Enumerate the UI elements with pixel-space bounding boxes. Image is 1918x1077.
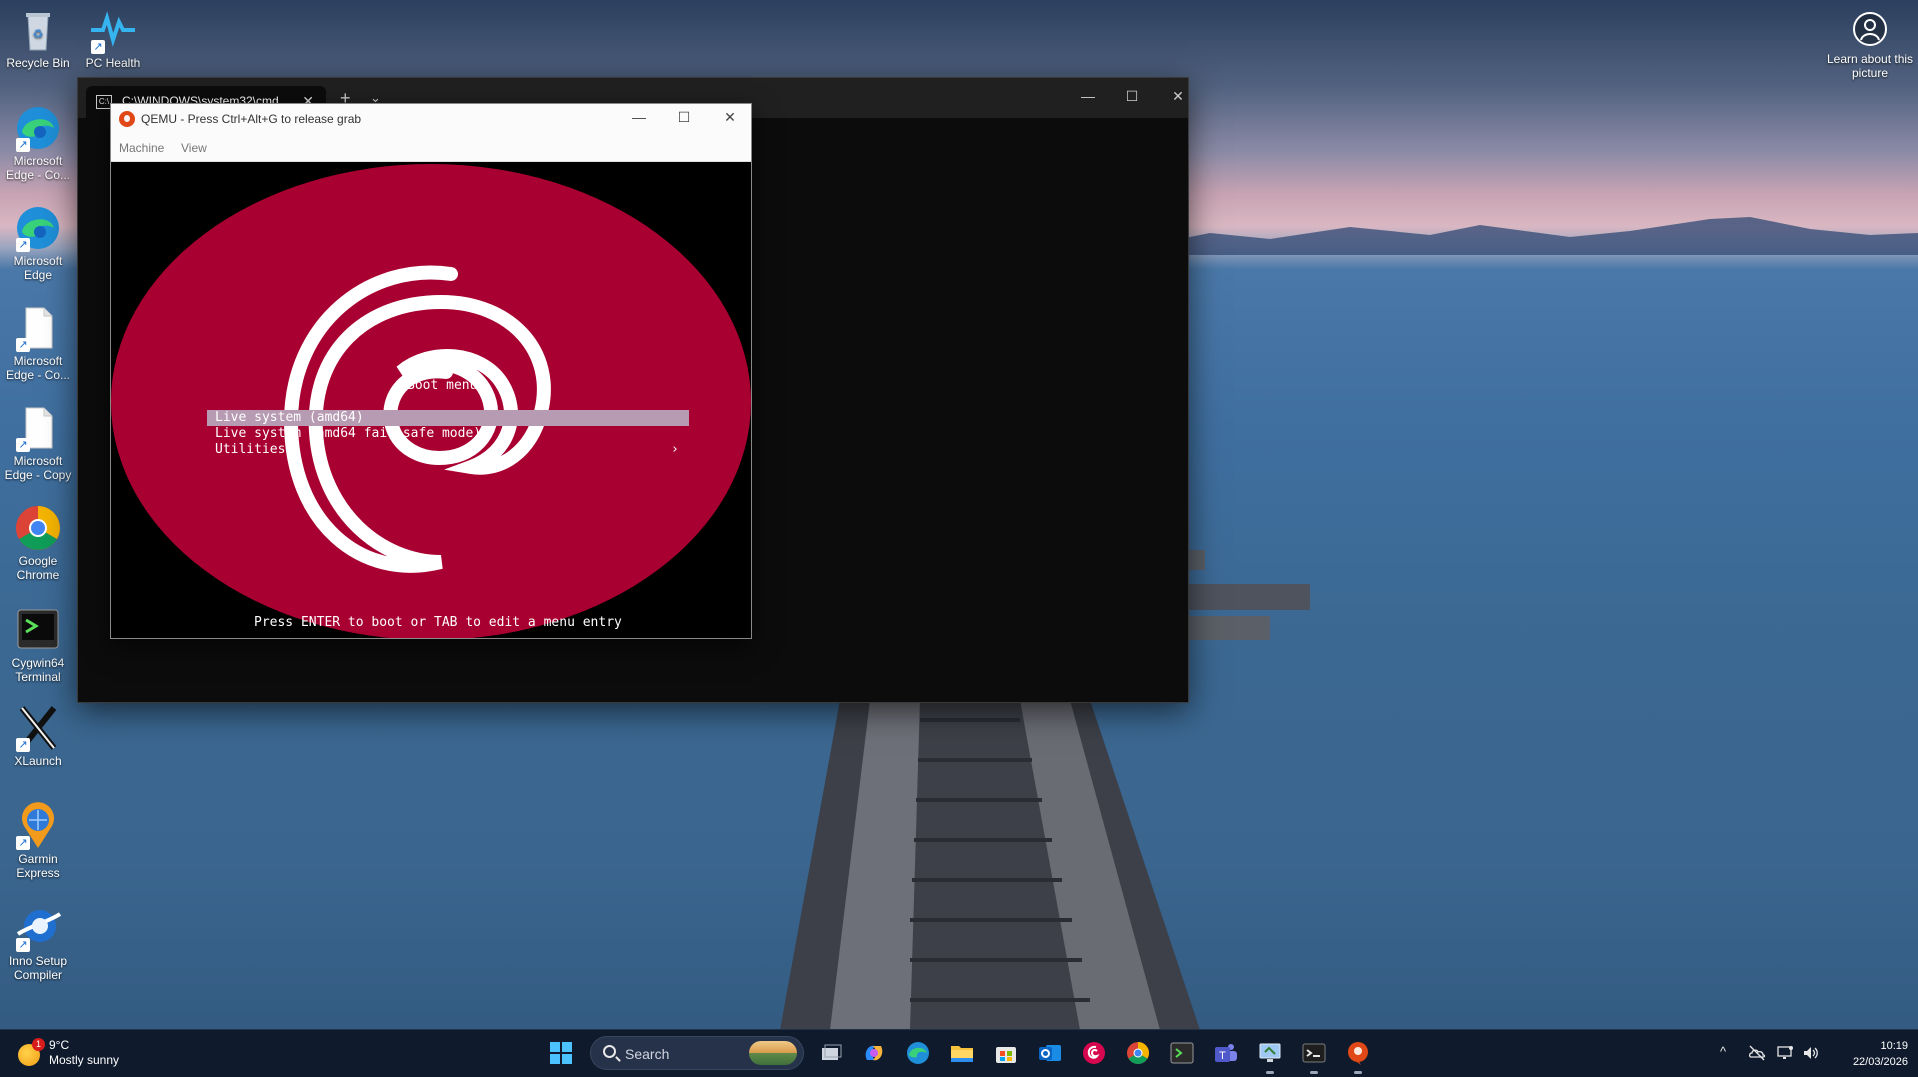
shortcut-arrow-icon: ↗ [16,338,30,352]
weather-condition: Mostly sunny [49,1053,120,1067]
desktop-icon-label: Microsoft Edge [13,254,63,282]
desktop-icon-label: Inno Setup Compiler [8,954,68,982]
shortcut-arrow-icon: ↗ [16,836,30,850]
mountain-range [1150,217,1918,255]
shortcut-arrow-icon: ↗ [91,40,105,54]
minimize-button[interactable]: — [1078,88,1098,104]
garmin-express-icon: ↗ [14,802,62,850]
maximize-button[interactable]: ☐ [1122,88,1142,105]
shortcut-arrow-icon: ↗ [16,438,30,452]
submenu-arrow-icon: › [671,442,679,457]
shortcut-arrow-icon: ↗ [16,238,30,252]
task-view-icon[interactable] [817,1040,843,1066]
recycle-bin-icon: ♻ [14,6,62,54]
tray-chevron-icon[interactable]: ^ [1720,1044,1726,1059]
desktop-icon-label: Microsoft Edge - Copy [4,454,72,482]
edge-icon: ↗ [14,204,62,252]
search-placeholder: Search [625,1046,670,1062]
xlaunch-icon: ↗ [14,704,62,752]
clock-date: 22/03/2026 [1852,1056,1908,1068]
desktop-icon-google-chrome[interactable]: Google Chrome [0,504,76,582]
onedrive-offline-icon[interactable] [1748,1044,1766,1065]
qemu-icon[interactable] [1345,1040,1371,1074]
notification-badge: 1 [32,1038,45,1051]
maximize-button[interactable]: ☐ [674,109,694,126]
taskbar-clock[interactable]: 10:19 22/03/2026 [1836,1038,1908,1070]
minimize-button[interactable]: — [629,109,649,125]
desktop-icon-edge-copy-1[interactable]: ↗ Microsoft Edge - Co... [0,104,76,182]
close-button[interactable]: ✕ [720,109,740,126]
taskbar: 1 9°C Mostly sunny Search T ^ 10:19 22/0… [0,1029,1918,1077]
shortcut-arrow-icon: ↗ [16,738,30,752]
desktop-icon-label: Garmin Express [16,852,60,880]
chrome-icon [14,504,62,552]
inno-setup-icon: ↗ [14,904,62,952]
learn-about-picture-widget[interactable]: Learn about this picture [1822,12,1918,80]
close-button[interactable]: ✕ [1168,88,1188,105]
qemu-window[interactable]: QEMU - Press Ctrl+Alt+G to release grab … [110,103,752,639]
desktop-icon-cygwin64-terminal[interactable]: Cygwin64 Terminal [0,606,76,684]
edge-icon[interactable] [905,1040,931,1066]
search-icon [603,1045,616,1058]
boot-menu-item-live[interactable]: Live system (amd64) [215,410,364,425]
desktop-icon-label: Microsoft Edge - Co... [5,154,71,182]
shortcut-arrow-icon: ↗ [16,938,30,952]
desktop-icon-xlaunch[interactable]: ↗ XLaunch [0,704,76,768]
spotlight-icon [1853,12,1887,46]
terminal-icon[interactable] [1301,1040,1327,1074]
taskbar-search-box[interactable]: Search [590,1036,804,1070]
desktop-icon-label: Cygwin64 Terminal [11,656,65,684]
desktop-icon-label: PC Health Check [85,56,141,70]
desktop-icon-garmin-express[interactable]: ↗ Garmin Express [0,802,76,880]
qemu-title-bar[interactable]: QEMU - Press Ctrl+Alt+G to release grab … [111,104,751,134]
desktop-icon-edge-copy-3[interactable]: ↗ Microsoft Edge - Copy [0,404,76,482]
wooden-pier [780,700,1200,1030]
file-explorer-icon[interactable] [949,1040,975,1066]
store-icon[interactable] [993,1040,1019,1066]
blank-file-icon: ↗ [14,404,62,452]
svg-text:T: T [1219,1050,1226,1062]
start-icon[interactable] [548,1040,574,1066]
desktop-icon-inno-setup-compiler[interactable]: ↗ Inno Setup Compiler [0,904,76,982]
boot-menu-item-live-failsafe[interactable]: Live system (amd64 fail-safe mode) [215,426,481,441]
copilot-icon[interactable] [861,1040,887,1066]
desktop-icon-recycle-bin[interactable]: ♻ Recycle Bin [0,6,76,70]
menu-view[interactable]: View [181,141,207,155]
cygwin-icon[interactable] [1169,1040,1195,1066]
learn-about-picture-label: Learn about this picture [1826,52,1914,80]
teams-icon[interactable]: T [1213,1040,1239,1066]
qemu-display[interactable]: Boot menu Live system (amd64) Live syste… [111,162,751,638]
pc-health-check-icon: ↗ [89,6,137,54]
edge-icon: ↗ [14,104,62,152]
network-icon[interactable] [1776,1044,1794,1065]
volume-icon[interactable] [1802,1044,1820,1065]
menu-machine[interactable]: Machine [119,141,164,155]
blank-file-icon: ↗ [14,304,62,352]
svg-text:♻: ♻ [33,27,44,41]
desktop-icon-pc-health-check[interactable]: ↗ PC Health Check [75,6,151,70]
shortcut-arrow-icon: ↗ [16,138,30,152]
desktop-icon-edge-copy-2[interactable]: ↗ Microsoft Edge - Co... [0,304,76,382]
chrome-icon[interactable] [1125,1040,1151,1066]
desktop-icon-edge[interactable]: ↗ Microsoft Edge [0,204,76,282]
boot-hint-text: Press ENTER to boot or TAB to edit a men… [254,615,622,630]
search-highlight-image [749,1041,797,1065]
cygwin-terminal-icon [14,606,62,654]
clock-time: 10:19 [1880,1040,1908,1052]
qemu-window-title: QEMU - Press Ctrl+Alt+G to release grab [141,112,362,126]
boot-menu-title: Boot menu [407,378,478,393]
debian-icon[interactable] [1081,1040,1107,1066]
qemu-menu-bar: Machine View [111,134,751,162]
desktop-icon-label: Recycle Bin [6,56,70,70]
broken-dock [1185,550,1310,640]
desktop-icon-label: XLaunch [14,754,62,768]
desktop-icon-label: Google Chrome [16,554,60,582]
qemu-icon [119,111,135,127]
boot-menu-item-utilities[interactable]: Utilities [215,442,285,457]
weather-temperature: 9°C [49,1038,70,1052]
desktop-icon-label: Microsoft Edge - Co... [5,354,71,382]
remote-desktop-icon[interactable] [1257,1040,1283,1074]
outlook-icon[interactable] [1037,1040,1063,1066]
